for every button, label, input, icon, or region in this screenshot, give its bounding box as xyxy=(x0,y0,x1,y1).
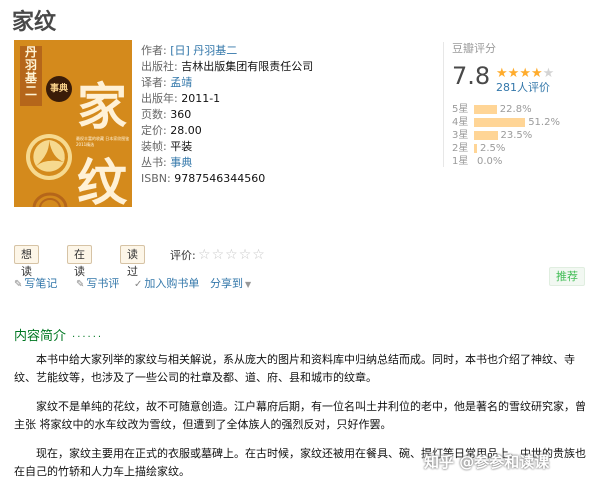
rating-bar-row: 1星 0.0% xyxy=(452,155,597,168)
info-isbn: ISBN: 9787546344560 xyxy=(141,172,266,185)
rate-star-icon[interactable]: ☆ xyxy=(239,248,252,262)
cover-badge: 事典 xyxy=(46,76,72,102)
rate-stars[interactable]: ☆☆☆☆☆ xyxy=(198,244,266,263)
divider xyxy=(443,42,444,167)
chevron-down-icon: ▼ xyxy=(245,280,252,289)
rating-bar-label: 1星 xyxy=(452,156,469,167)
rating-score: 7.8 xyxy=(452,62,491,90)
rating-bar-fill xyxy=(474,105,497,114)
intro-title: 内容简介 ······ xyxy=(14,329,104,344)
rating-bar-fill xyxy=(474,131,498,140)
rating-bar-fill xyxy=(474,118,526,127)
page-title: 家纹 xyxy=(12,10,57,35)
rating-distribution: 5星 22.8% 4星 51.2% 3星 23.5% 2星 2.5% 1星 0.0% xyxy=(452,103,597,168)
rating-bar-label: 4星 xyxy=(452,117,469,128)
series-link[interactable]: 事典 xyxy=(170,156,192,169)
family-crest-icon xyxy=(26,134,72,180)
info-publisher: 出版社: 吉林出版集团有限责任公司 xyxy=(141,60,314,73)
cover-author: 丹羽基二 xyxy=(24,45,37,98)
info-pages: 页数: 360 xyxy=(141,108,192,121)
want-read-button[interactable]: 想读 xyxy=(14,245,39,278)
add-cart-link[interactable]: ✓ 加入购书单 xyxy=(134,275,199,291)
rating-count-link[interactable]: 281人评价 xyxy=(496,79,550,95)
cart-check-icon: ✓ xyxy=(134,279,143,290)
translator-link[interactable]: 孟靖 xyxy=(170,76,192,89)
rating-bar-fill xyxy=(474,144,477,153)
book-info: 作者: [日] 丹羽基二 出版社: 吉林出版集团有限责任公司 译者: 孟靖 出版… xyxy=(141,43,313,187)
pencil-icon: ✎ xyxy=(14,279,23,290)
recommend-button[interactable]: 推荐 xyxy=(549,267,585,286)
rate-star-icon[interactable]: ☆ xyxy=(252,248,265,262)
intro-paragraph: 本书中给大家列举的家纹与相关解说，系从庞大的图片和资料库中归纳总结而成。同时，本… xyxy=(14,353,575,384)
info-translator: 译者: 孟靖 xyxy=(141,76,193,89)
pencil-icon: ✎ xyxy=(76,279,85,290)
cover-char-1: 家 xyxy=(77,77,127,136)
intro-dots: ······ xyxy=(72,332,104,343)
write-review-link[interactable]: ✎ 写书评 xyxy=(76,275,119,291)
rating-bar-percent: 2.5% xyxy=(480,143,506,154)
rating-bar-label: 3星 xyxy=(452,130,469,141)
rate-star-icon[interactable]: ☆ xyxy=(198,248,211,262)
rate-star-icon[interactable]: ☆ xyxy=(225,248,238,262)
author-link[interactable]: [日] 丹羽基二 xyxy=(170,44,237,57)
info-binding: 装帧: 平装 xyxy=(141,140,193,153)
info-series: 丛书: 事典 xyxy=(141,156,193,169)
rating-bar-row: 3星 23.5% xyxy=(452,129,597,142)
rating-bar-row: 2星 2.5% xyxy=(452,142,597,155)
intro-paragraph: 家纹不是单纯的花纹，故不可随意创造。江户幕府后期，有一位名叫土井利位的老中，他是… xyxy=(14,400,586,431)
reading-button[interactable]: 在读 xyxy=(67,245,92,278)
write-note-link[interactable]: ✎ 写笔记 xyxy=(14,275,57,291)
cover-char-2: 纹 xyxy=(77,153,127,208)
rating-bar-percent: 0.0% xyxy=(477,156,503,167)
watermark: 知乎 @参参和读课 xyxy=(424,453,550,471)
rate-star-icon[interactable]: ☆ xyxy=(212,248,225,262)
share-dropdown[interactable]: 分享到 ▼ xyxy=(210,275,251,291)
info-price: 定价: 28.00 xyxy=(141,124,202,137)
rating-bar-percent: 22.8% xyxy=(499,104,532,115)
rating-bar-label: 5星 xyxy=(452,104,469,115)
cover-crest-small-icon xyxy=(32,192,68,207)
rating-bar-percent: 51.2% xyxy=(528,117,560,128)
info-pubdate: 出版年: 2011-1 xyxy=(141,92,221,105)
rating-bar-row: 5星 22.8% xyxy=(452,103,597,116)
rating-bar-percent: 23.5% xyxy=(500,130,533,141)
rating-bar-row: 4星 51.2% xyxy=(452,116,597,129)
rating-panel: 豆瓣评分 7.8 ★★★★★ 281人评价 5星 22.8% 4星 51.2% 3星 23… xyxy=(452,40,597,167)
rating-bar-label: 2星 xyxy=(452,143,469,154)
cover-tagline: 最权丰富的收藏 日本家纹图鉴 2011精选 xyxy=(76,136,130,147)
rating-header: 豆瓣评分 xyxy=(452,42,496,55)
rate-label: 评价: xyxy=(170,249,196,262)
info-author: 作者: [日] 丹羽基二 xyxy=(141,44,238,57)
read-button[interactable]: 读过 xyxy=(120,245,145,278)
book-cover[interactable]: 丹羽基二 事典 家 纹 最权丰富的收藏 日本家纹图鉴 2011精选 xyxy=(14,40,132,207)
